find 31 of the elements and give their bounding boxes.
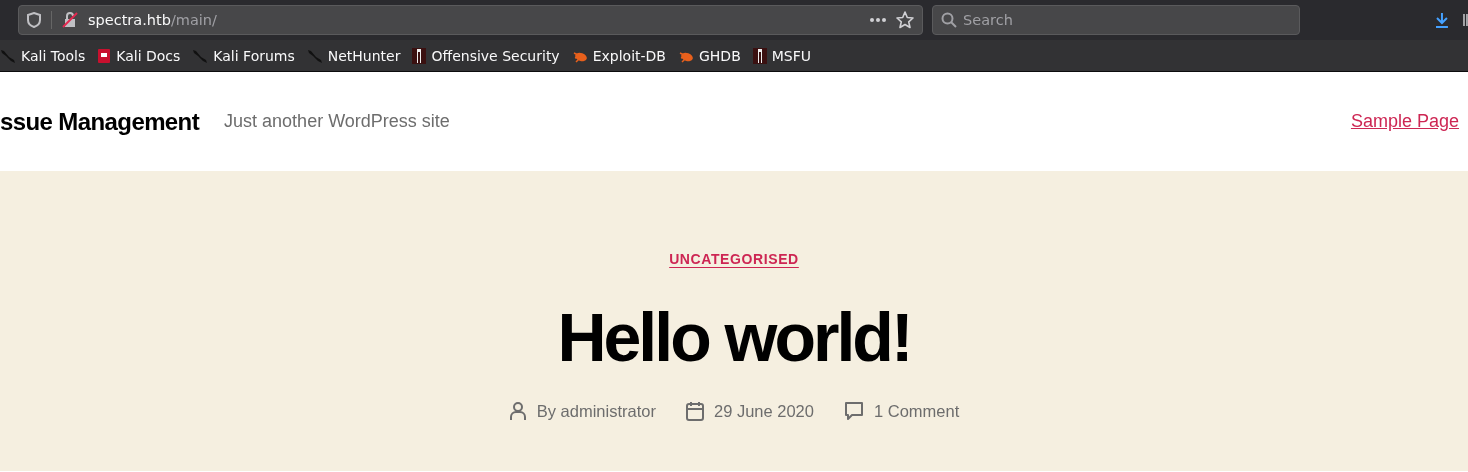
person-icon [508, 401, 527, 421]
search-field[interactable]: Search [932, 5, 1301, 35]
bookmark[interactable]: NetHunter [306, 47, 401, 64]
nav-link[interactable]: Sample Page [1350, 111, 1459, 132]
download-icon[interactable] [1435, 12, 1450, 28]
url-text[interactable]: spectra.htb/main/ [88, 12, 217, 28]
more-icon[interactable] [870, 18, 887, 22]
star-icon[interactable] [896, 11, 915, 29]
tower-icon [412, 47, 427, 64]
library-icon[interactable] [1463, 13, 1468, 27]
site-tagline: Just another WordPress site [224, 111, 450, 132]
bookmark[interactable]: Offensive Security [412, 47, 560, 64]
post-date[interactable]: 29 June 2020 [713, 401, 814, 421]
comment-icon [843, 401, 864, 421]
comments-link[interactable]: 1 Comment [873, 401, 960, 421]
post-title: Hello world! [557, 298, 911, 377]
bookmark[interactable]: MSFU [752, 47, 811, 64]
address-bar[interactable]: spectra.htb/main/ [18, 5, 924, 35]
bookmark[interactable]: Kali Forums [192, 47, 295, 64]
shield-icon[interactable] [27, 12, 41, 28]
author-link[interactable]: By administrator [536, 401, 656, 421]
insecure-lock-icon[interactable] [62, 12, 78, 28]
tower-icon [752, 47, 767, 64]
book-icon [97, 47, 112, 64]
bookmark[interactable]: GHDB [677, 47, 741, 64]
bookmark[interactable]: Exploit-DB [571, 47, 666, 64]
category-link[interactable]: UNCATEGORISED [669, 251, 799, 267]
site-title[interactable]: ssue Management [0, 107, 200, 136]
bookmark[interactable]: Kali Docs [97, 47, 181, 64]
calendar-icon [685, 401, 704, 421]
bookmark[interactable]: Kali Tools [0, 47, 86, 64]
